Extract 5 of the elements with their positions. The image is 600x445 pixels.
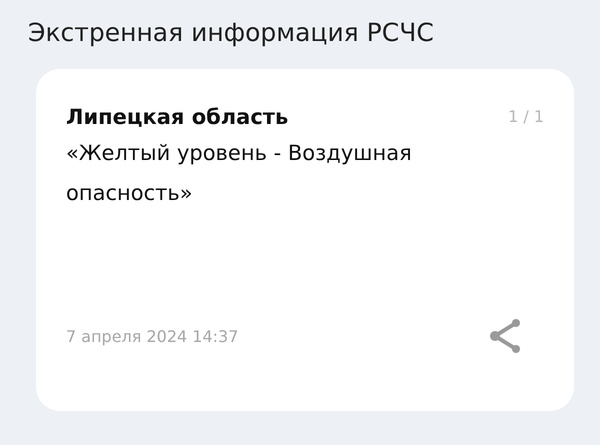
- page-counter: 1 / 1: [508, 107, 544, 126]
- page-title: Экстренная информация РСЧС: [28, 18, 434, 47]
- region-title: Липецкая область: [66, 105, 288, 129]
- alert-date: 7 апреля 2024 14:37: [66, 326, 238, 346]
- alert-message: «Желтый уровень - Воздушная опасность»: [66, 140, 413, 207]
